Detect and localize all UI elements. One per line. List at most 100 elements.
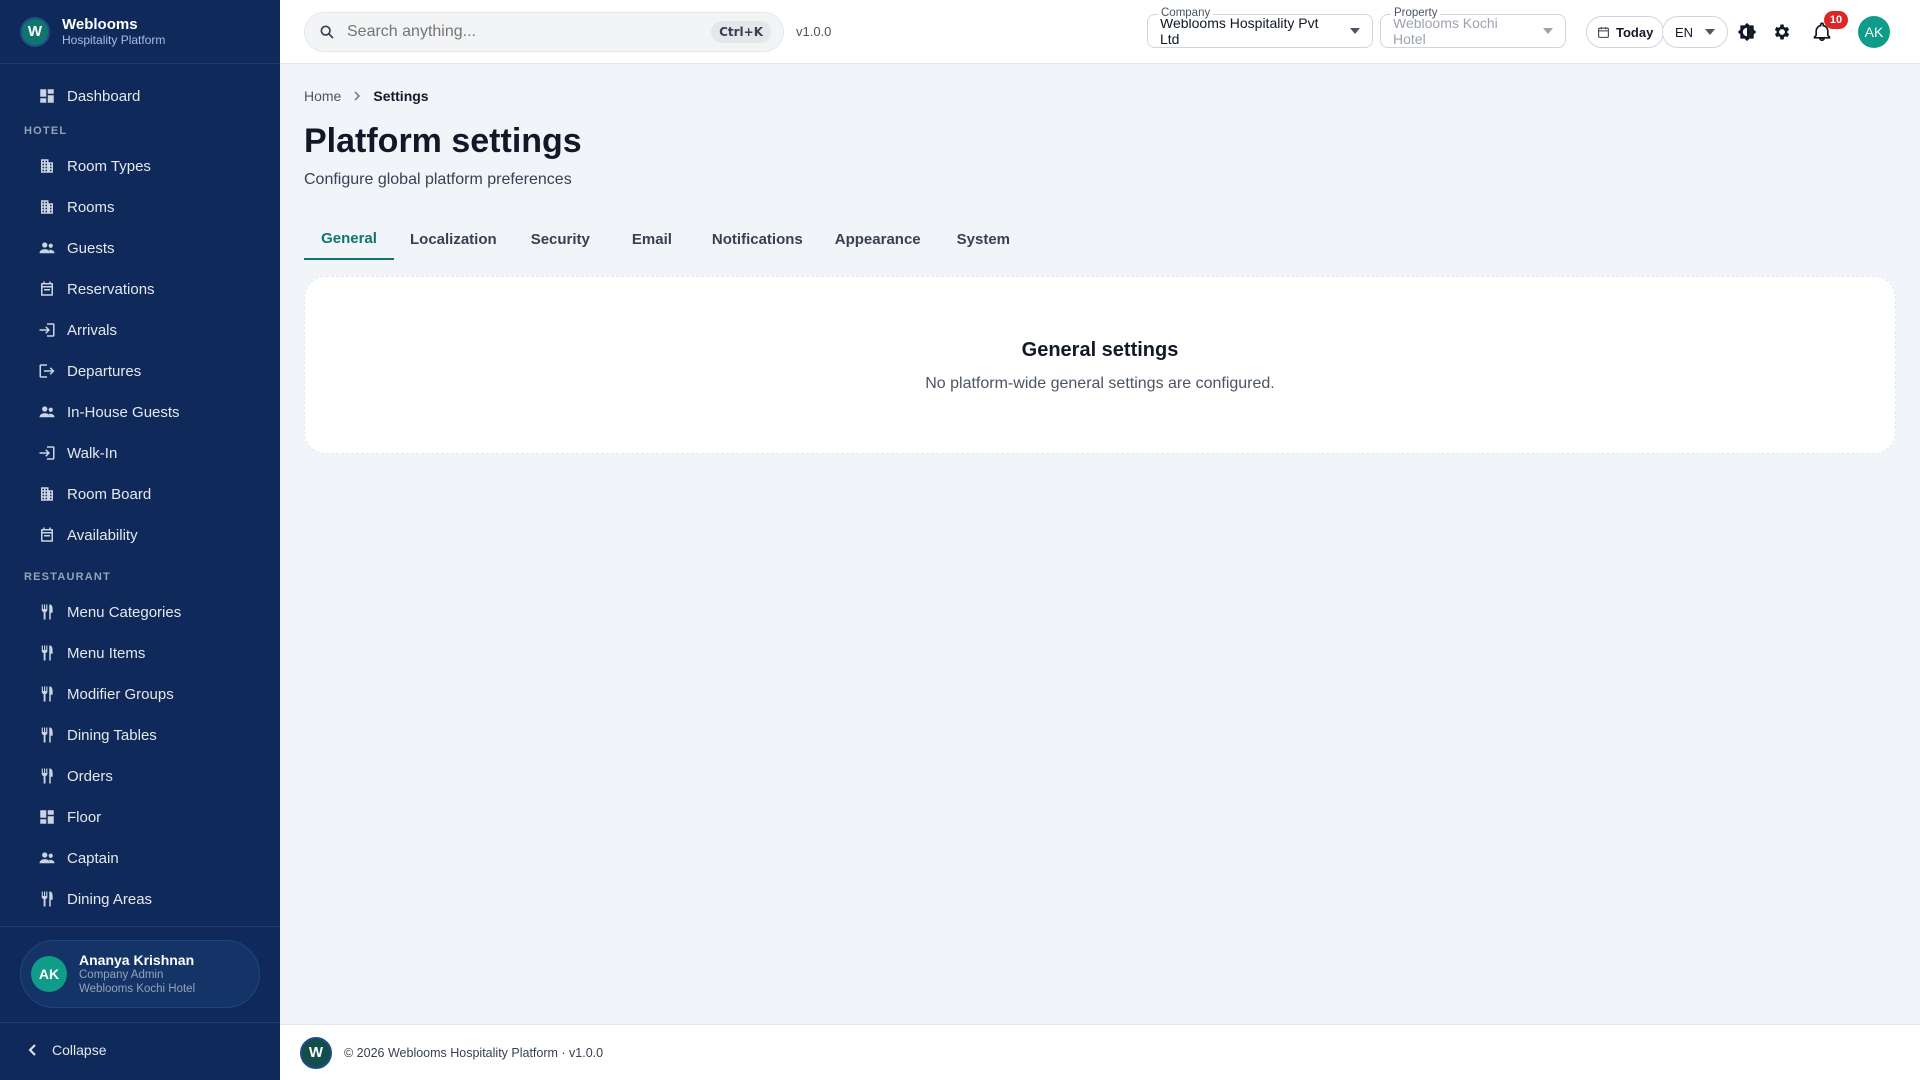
gear-icon xyxy=(1774,24,1790,40)
chevron-down-icon xyxy=(1350,28,1360,34)
utensils-icon xyxy=(41,604,53,620)
logout-icon xyxy=(39,364,55,378)
sidebar-item-label: Menu Categories xyxy=(67,603,182,621)
people-icon xyxy=(39,242,55,254)
collapse-button[interactable]: Collapse xyxy=(28,1042,106,1058)
calendar-icon xyxy=(41,281,53,296)
sidebar-item-room-types[interactable]: Room Types xyxy=(38,152,151,180)
company-select-value: Weblooms Hospitality Pvt Ltd xyxy=(1160,15,1319,47)
today-label: Today xyxy=(1616,24,1654,40)
sidebar-item-in-house-guests[interactable]: In-House Guests xyxy=(38,398,180,426)
version-label: v1.0.0 xyxy=(796,24,832,39)
utensils-icon xyxy=(41,686,53,702)
sidebar-item-label: Guests xyxy=(67,239,115,257)
sidebar-item-modifier-groups[interactable]: Modifier Groups xyxy=(38,680,174,708)
sidebar-item-walk-in[interactable]: Walk-In xyxy=(38,439,117,467)
user-card[interactable]: AK Ananya Krishnan Company Admin Webloom… xyxy=(20,940,260,1008)
topbar: Ctrl+K v1.0.0 Company Weblooms Hospitali… xyxy=(280,0,1920,64)
sidebar-item-label: Captain xyxy=(67,849,119,867)
tab-appearance[interactable]: Appearance xyxy=(819,218,937,260)
language-select[interactable]: EN xyxy=(1662,16,1729,48)
section-restaurant: RESTAURANT xyxy=(24,571,111,583)
sidebar-item-floor[interactable]: Floor xyxy=(38,803,101,831)
sidebar-item-departures[interactable]: Departures xyxy=(38,357,141,385)
chevron-down-icon xyxy=(1543,28,1553,34)
sidebar-item-dining-areas[interactable]: Dining Areas xyxy=(38,885,152,913)
search-icon xyxy=(320,25,334,39)
section-hotel: HOTEL xyxy=(24,125,68,137)
tab-system[interactable]: System xyxy=(937,218,1030,260)
sidebar-divider xyxy=(0,63,280,64)
search-box[interactable]: Ctrl+K xyxy=(304,12,784,52)
avatar[interactable]: AK xyxy=(1858,16,1890,48)
sidebar-item-room-board[interactable]: Room Board xyxy=(38,480,151,508)
dashboard-icon xyxy=(40,810,54,824)
people-icon xyxy=(39,406,55,418)
footer: W © 2026 Weblooms Hospitality Platform ·… xyxy=(280,1024,1920,1080)
calendar-icon xyxy=(41,527,53,542)
sidebar: W Weblooms Hospitality Platform Dashboar… xyxy=(0,0,280,1080)
property-select-label: Property xyxy=(1391,7,1441,19)
sidebar-item-label: Arrivals xyxy=(67,321,118,339)
footer-text: © 2026 Weblooms Hospitality Platform · v… xyxy=(344,1045,604,1060)
search-shortcut: Ctrl+K xyxy=(711,21,771,43)
sidebar-item-label: Dining Tables xyxy=(67,726,157,744)
sidebar-item-label: Floor xyxy=(67,808,102,826)
sidebar-item-label: Dining Areas xyxy=(67,890,153,908)
tab-notifications[interactable]: Notifications xyxy=(696,218,819,260)
sidebar-item-label: Departures xyxy=(67,362,142,380)
utensils-icon xyxy=(41,768,53,784)
tab-localization[interactable]: Localization xyxy=(394,218,513,260)
card-title: General settings xyxy=(1021,339,1179,361)
brand-logo: W xyxy=(20,16,50,47)
sidebar-item-rooms[interactable]: Rooms xyxy=(38,193,115,221)
user-avatar: AK xyxy=(31,956,67,992)
brightness-icon xyxy=(1737,22,1757,42)
breadcrumb-home[interactable]: Home xyxy=(304,88,341,104)
today-button[interactable]: Today xyxy=(1586,16,1665,48)
sidebar-item-orders[interactable]: Orders xyxy=(38,762,113,790)
sidebar-item-dashboard[interactable]: Dashboard xyxy=(38,82,140,110)
user-name: Ananya Krishnan xyxy=(79,952,195,968)
brand[interactable]: W Weblooms Hospitality Platform xyxy=(20,15,165,48)
sidebar-item-captain[interactable]: Captain xyxy=(38,844,119,872)
sidebar-item-label: Walk-In xyxy=(67,444,118,462)
breadcrumb: Home Settings xyxy=(304,88,429,104)
company-select[interactable]: Company Weblooms Hospitality Pvt Ltd xyxy=(1147,7,1373,48)
sidebar-item-label: Availability xyxy=(67,526,138,544)
sidebar-item-arrivals[interactable]: Arrivals xyxy=(38,316,117,344)
collapse-label: Collapse xyxy=(52,1042,107,1058)
sidebar-item-menu-categories[interactable]: Menu Categories xyxy=(38,598,181,626)
breadcrumb-current: Settings xyxy=(373,88,429,104)
settings-tabs: General Localization Security Email Noti… xyxy=(304,218,1030,260)
tab-email[interactable]: Email xyxy=(608,218,696,260)
sidebar-item-availability[interactable]: Availability xyxy=(38,521,138,549)
property-select-value: Weblooms Kochi Hotel xyxy=(1393,15,1498,47)
general-settings-card: General settings No platform-wide genera… xyxy=(304,276,1896,454)
chevron-right-icon xyxy=(354,91,361,101)
property-select[interactable]: Property Weblooms Kochi Hotel xyxy=(1380,7,1566,48)
sidebar-item-label: Rooms xyxy=(67,198,115,216)
sidebar-item-menu-items[interactable]: Menu Items xyxy=(38,639,145,667)
sidebar-divider xyxy=(0,926,280,927)
sidebar-item-label: Menu Items xyxy=(67,644,146,662)
sidebar-item-label: Orders xyxy=(67,767,113,785)
building-icon xyxy=(41,159,53,173)
utensils-icon xyxy=(41,891,53,907)
theme-toggle[interactable] xyxy=(1735,20,1759,44)
company-select-label: Company xyxy=(1158,7,1214,19)
sidebar-item-reservations[interactable]: Reservations xyxy=(38,275,155,303)
utensils-icon xyxy=(41,727,53,743)
settings-button[interactable] xyxy=(1770,20,1794,44)
tab-general[interactable]: General xyxy=(304,218,394,260)
sidebar-item-dining-tables[interactable]: Dining Tables xyxy=(38,721,157,749)
tab-security[interactable]: Security xyxy=(513,218,608,260)
calendar-icon xyxy=(1598,26,1609,38)
search-input[interactable] xyxy=(347,23,707,41)
sidebar-item-label: Dashboard xyxy=(67,87,141,105)
building-icon xyxy=(41,200,53,214)
notification-count-badge: 10 xyxy=(1824,11,1848,29)
chevron-down-icon xyxy=(1705,29,1716,35)
utensils-icon xyxy=(41,645,53,661)
sidebar-item-guests[interactable]: Guests xyxy=(38,234,115,262)
